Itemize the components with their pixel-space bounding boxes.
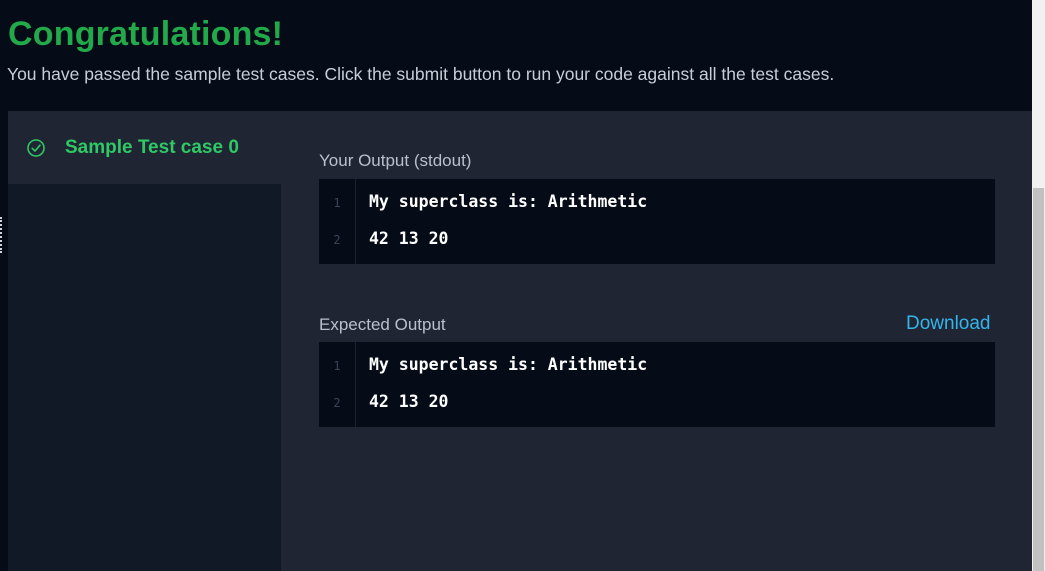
line-number-gutter: 1 2 [319,342,356,427]
line-number: 1 [333,196,341,210]
line-number: 2 [333,233,341,247]
result-message: You have passed the sample test cases. C… [7,64,835,84]
output-line: My superclass is: Arithmetic [369,192,648,211]
line-number: 2 [333,396,341,410]
expected-line: 42 13 20 [369,392,449,411]
your-output-box: 1 2 My superclass is: Arithmetic 42 13 2… [319,179,995,264]
line-number: 1 [333,359,341,373]
expected-output-box: 1 2 My superclass is: Arithmetic 42 13 2… [319,342,995,427]
check-circle-icon [27,139,45,157]
congratulations-heading: Congratulations! [8,15,284,53]
test-results-page: Congratulations! You have passed the sam… [0,0,1045,571]
scrollbar-thumb[interactable] [1033,188,1044,571]
testcase-label: Sample Test case 0 [65,137,239,158]
expected-output-label: Expected Output [319,315,446,334]
your-output-label: Your Output (stdout) [319,151,472,170]
testcase-sidebar: Sample Test case 0 [8,111,281,571]
download-link[interactable]: Download [906,313,991,335]
testcase-tab-0[interactable]: Sample Test case 0 [8,111,281,184]
line-number-gutter: 1 2 [319,179,356,264]
results-panel: Sample Test case 0 Your Output (stdout) … [8,111,1032,571]
expected-line: My superclass is: Arithmetic [369,355,648,374]
output-line: 42 13 20 [369,229,449,248]
resize-handle[interactable] [0,217,5,253]
